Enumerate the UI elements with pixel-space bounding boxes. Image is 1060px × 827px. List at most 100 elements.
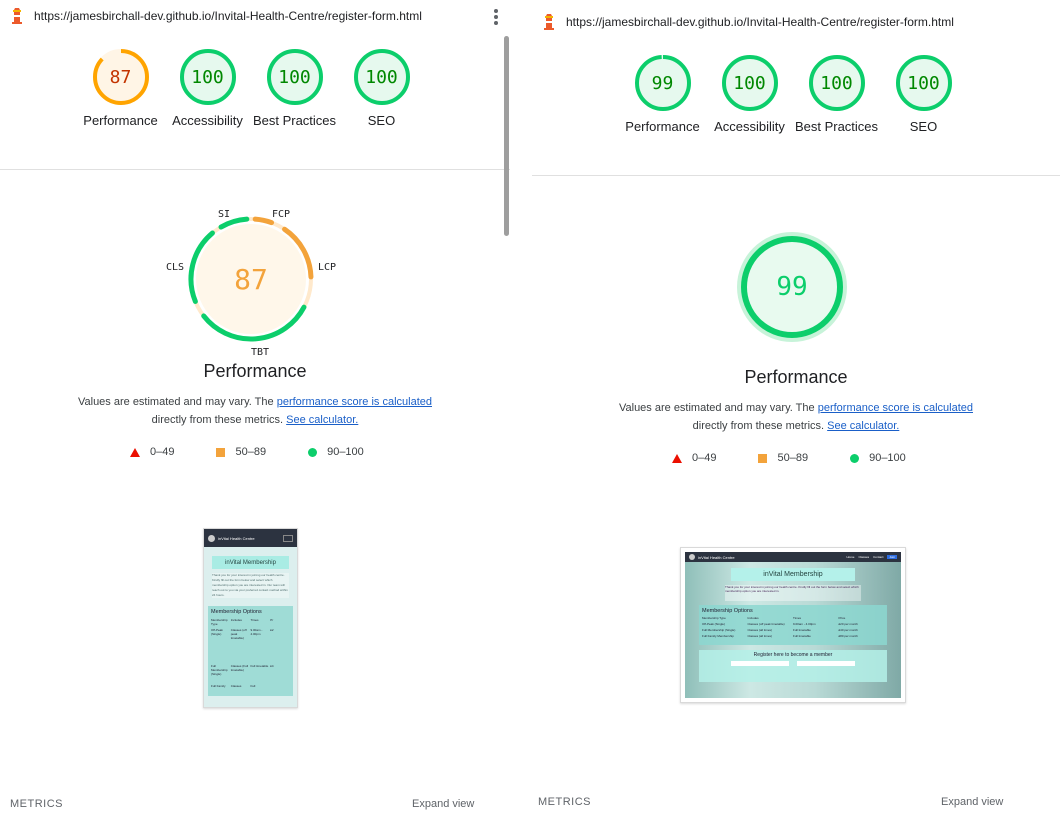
- thumb-td: Off-Peak (Single): [211, 628, 223, 636]
- thumb-hero: inVital Membership: [731, 568, 855, 581]
- desc-text: Values are estimated and may vary. The: [618, 402, 818, 414]
- metrics-heading: METRICS: [538, 796, 591, 808]
- category-gauge[interactable]: 87 Performance: [77, 48, 164, 130]
- thumb-td: Classes (off peak timetable): [230, 628, 247, 640]
- category-gauge[interactable]: 99 Performance: [619, 54, 706, 136]
- gauge-ring: 100: [895, 54, 953, 112]
- thumb-field-email: [797, 661, 855, 666]
- right-url-bar: https://jamesbirchall-dev.github.io/Invi…: [532, 6, 1060, 38]
- thumb-td: £80 per month: [838, 634, 858, 638]
- thumb-section-title: Membership Options: [211, 609, 262, 615]
- lighthouse-icon: [12, 8, 22, 24]
- gauge-label: Accessibility: [172, 113, 243, 128]
- thumb-brand: inVital Health Centre: [698, 554, 735, 560]
- metrics-heading: METRICS: [10, 798, 63, 810]
- thumb-intro: Thank you for your interest in joining o…: [725, 585, 861, 601]
- score-calculated-link[interactable]: performance score is calculated: [818, 402, 973, 414]
- thumb-logo-icon: [689, 554, 695, 560]
- triangle-icon: [672, 453, 682, 463]
- thumb-td: £2: [270, 628, 274, 632]
- thumb-table-header: Membership Type Includes Times Pr: [211, 618, 290, 626]
- thumb-th: Membership Type: [702, 616, 726, 620]
- thumb-section: Membership Options Membership Type Includ…: [208, 606, 293, 696]
- gauge-score: 100: [365, 66, 398, 88]
- gauge-label: Best Practices: [794, 119, 879, 134]
- see-calculator-link[interactable]: See calculator.: [827, 420, 899, 432]
- legend-pass-label: 90–100: [869, 452, 906, 464]
- gauge-label: SEO: [909, 119, 938, 134]
- gauge-label: Performance: [83, 113, 158, 128]
- score-description: Values are estimated and may vary. The p…: [0, 393, 510, 429]
- category-gauge[interactable]: 100 Best Practices: [251, 48, 338, 130]
- thumb-th: Times: [250, 618, 259, 622]
- score-calculated-link[interactable]: performance score is calculated: [277, 396, 432, 408]
- thumb-th: Times: [793, 616, 802, 620]
- legend-average-label: 50–89: [235, 446, 267, 458]
- thumb-td: [270, 684, 290, 688]
- legend-pass-label: 90–100: [327, 446, 364, 458]
- page-url[interactable]: https://jamesbirchall-dev.github.io/Invi…: [566, 15, 954, 29]
- legend-pass: 90–100: [308, 446, 364, 458]
- thumb-th: Membership Type: [211, 618, 228, 626]
- score-description: Values are estimated and may vary. The p…: [532, 399, 1060, 435]
- left-url-bar: https://jamesbirchall-dev.github.io/Invi…: [0, 0, 510, 32]
- thumb-th: Price: [838, 616, 846, 620]
- gauge-ring: 100: [266, 48, 324, 106]
- gauge-ring: 99: [634, 54, 692, 112]
- left-scrollbar[interactable]: [504, 36, 509, 236]
- category-gauge[interactable]: 100 Accessibility: [164, 48, 251, 130]
- lighthouse-icon: [544, 14, 554, 30]
- expand-view-link[interactable]: Expand view: [412, 798, 474, 810]
- thumb-nav-link: Contact: [873, 555, 884, 559]
- left-category-gauges: 87 Performance 100 Accessibility 100 Best Pra…: [77, 48, 510, 130]
- legend-pass: 90–100: [850, 452, 906, 464]
- gauge-score: 100: [191, 66, 224, 88]
- metric-label-cls: CLS: [166, 262, 185, 273]
- desc-text: Values are estimated and may vary. The: [77, 396, 277, 408]
- gauge-ring: 87: [92, 48, 150, 106]
- see-calculator-link[interactable]: See calculator.: [286, 414, 358, 426]
- thumb-register-title: Register here to become a member: [753, 652, 833, 658]
- gauge-score: 100: [278, 66, 311, 88]
- thumb-td: £40 per month: [838, 628, 858, 632]
- thumb-td: Full: [250, 684, 256, 688]
- category-gauge[interactable]: 100 SEO: [880, 54, 967, 136]
- panel-separator: [510, 0, 532, 827]
- legend-average: 50–89: [758, 452, 808, 464]
- thumb-td: Classes (Full timetable): [230, 664, 249, 672]
- triangle-icon: [130, 447, 140, 457]
- thumb-table-row: Full Membership (Single) Classes (all tim…: [702, 628, 884, 632]
- thumb-register-fields: [699, 661, 887, 666]
- mobile-screenshot-thumbnail[interactable]: inVital Health Centre inVital Membership…: [203, 528, 298, 708]
- category-gauge[interactable]: 100 Best Practices: [793, 54, 880, 136]
- right-category-gauges: 99 Performance 100 Accessibility 100 Best Pra…: [619, 54, 1060, 136]
- legend-fail-label: 0–49: [692, 452, 717, 464]
- desktop-screenshot-thumbnail[interactable]: inVital Health Centre Home Classes Conta…: [680, 547, 906, 703]
- desc-text-2: directly from these metrics.: [692, 420, 828, 432]
- page-url[interactable]: https://jamesbirchall-dev.github.io/Invi…: [34, 9, 422, 23]
- gauge-score: 100: [733, 72, 766, 94]
- gauge-score: 87: [109, 66, 132, 88]
- expand-view-link[interactable]: Expand view: [941, 796, 1003, 808]
- gauge-label: Best Practices: [252, 113, 337, 128]
- hamburger-icon: [283, 534, 293, 542]
- big-score: 99: [776, 272, 807, 302]
- category-gauge[interactable]: 100 Accessibility: [706, 54, 793, 136]
- performance-title: Performance: [203, 361, 307, 381]
- thumb-td: 9.00am - 4.00pm: [793, 622, 816, 626]
- category-gauge[interactable]: 100 SEO: [338, 48, 425, 130]
- gauge-score: 99: [651, 72, 674, 94]
- thumb-table-row: Full Family Classes Full: [211, 684, 290, 688]
- right-divider: [532, 175, 1060, 176]
- left-performance-metric-gauge: 87: [188, 216, 314, 342]
- thumb-td: Classes: [230, 684, 242, 688]
- desc-text-2: directly from these metrics.: [151, 414, 287, 426]
- thumb-page: inVital Health Centre Home Classes Conta…: [685, 552, 901, 698]
- right-report-panel: https://jamesbirchall-dev.github.io/Invi…: [532, 0, 1060, 827]
- legend-fail: 0–49: [672, 452, 716, 464]
- more-options-icon[interactable]: [494, 9, 498, 27]
- metric-arc: [252, 216, 275, 226]
- thumb-table-row: Off-Peak (Single) Classes (off peak timet…: [702, 622, 884, 626]
- thumb-hero: inVital Membership: [212, 556, 289, 569]
- thumb-logo-icon: [208, 534, 215, 542]
